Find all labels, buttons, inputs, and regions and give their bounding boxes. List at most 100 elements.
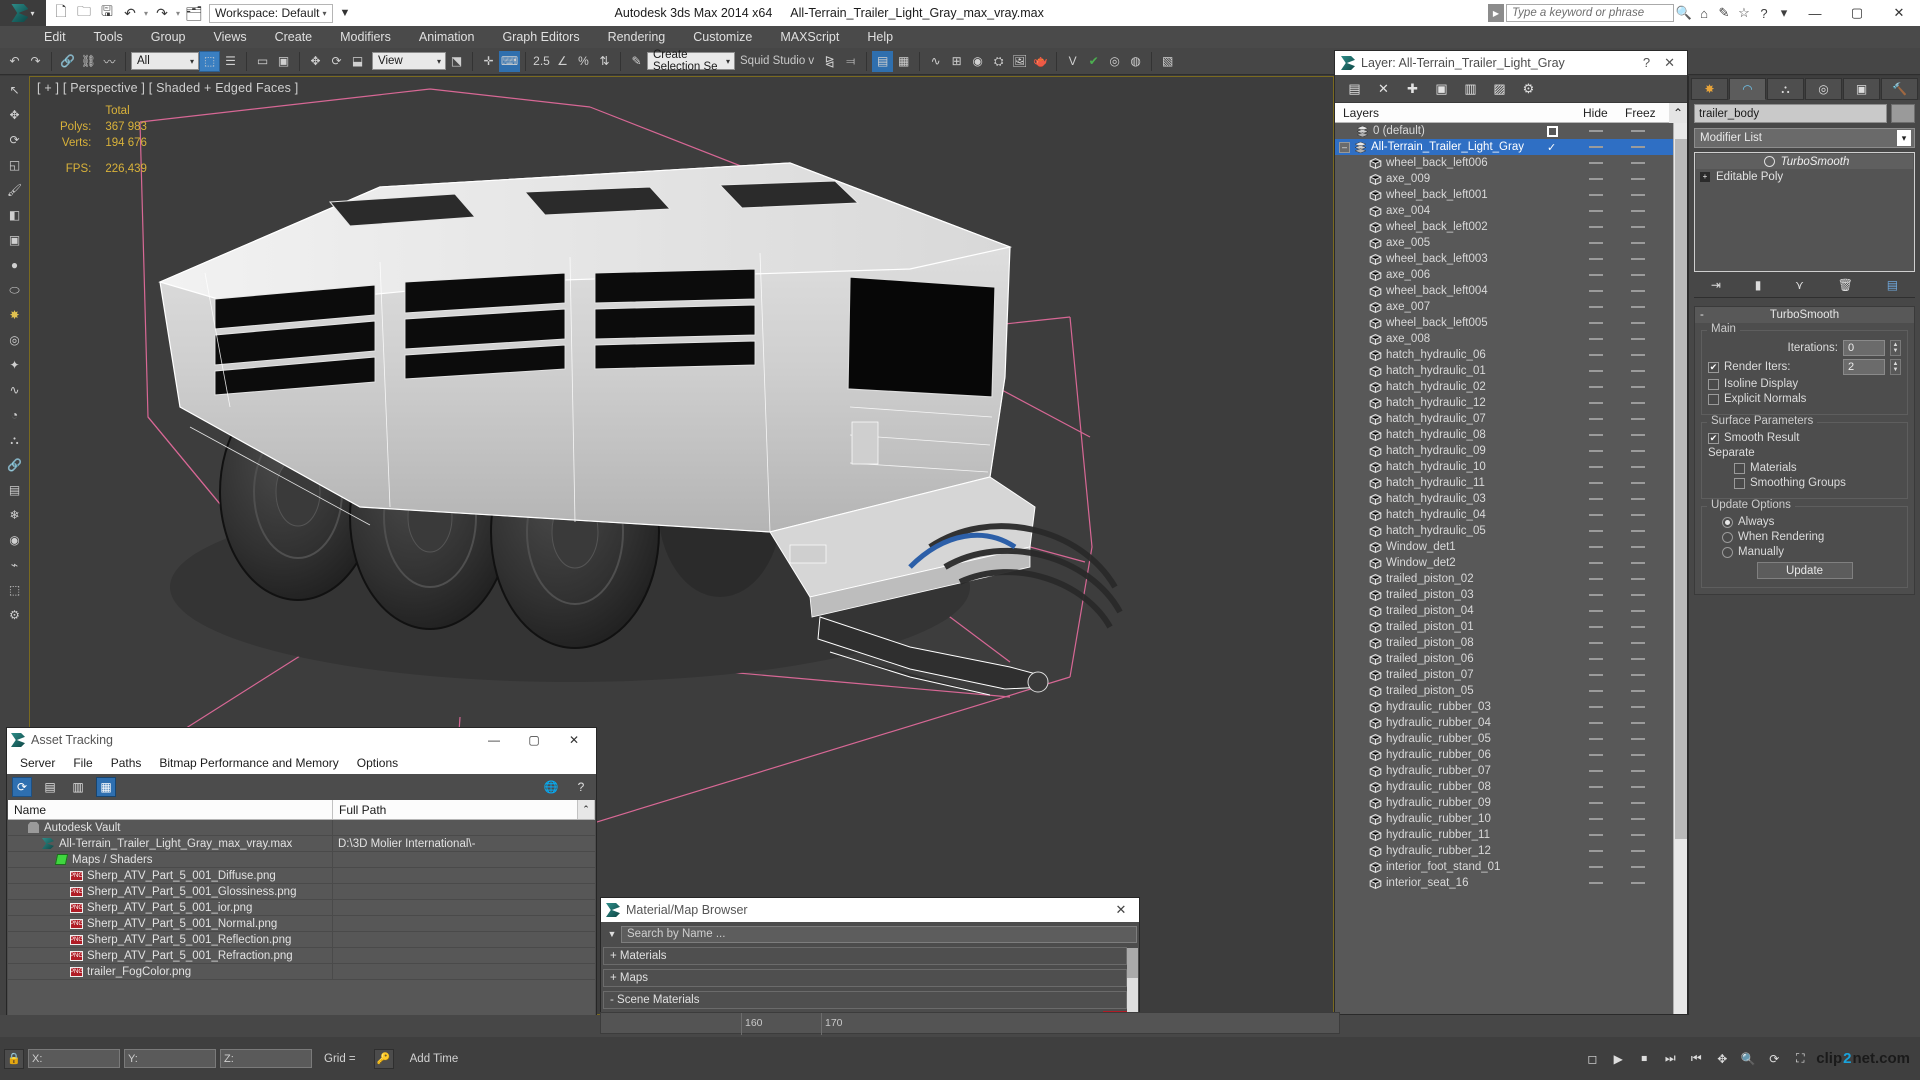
layer-hide-toggle[interactable] xyxy=(1589,450,1603,452)
layer-object-row[interactable]: wheel_back_left004 xyxy=(1335,283,1687,299)
hierarchy-tab[interactable]: ⛬ xyxy=(1767,78,1804,100)
asset-row[interactable]: PNG Sherp_ATV_Part_5_001_Glossiness.png xyxy=(8,883,595,900)
select-object-icon[interactable]: ⬚ xyxy=(199,50,220,72)
materials-section[interactable]: + Materials xyxy=(603,947,1127,965)
layer-hide-toggle[interactable] xyxy=(1589,370,1603,372)
asset-row[interactable]: PNG Sherp_ATV_Part_5_001_Reflection.png xyxy=(8,931,595,948)
rectangular-selection-region-icon[interactable]: ▭ xyxy=(252,51,273,72)
render-iters-field[interactable]: 2 xyxy=(1843,359,1885,375)
menu-item-views[interactable]: Views xyxy=(199,26,260,48)
refresh-icon[interactable]: ⟳ xyxy=(12,777,32,797)
window-minimize-button[interactable]: — xyxy=(1794,0,1836,26)
menu-item-graph-editors[interactable]: Graph Editors xyxy=(488,26,593,48)
motion-tab[interactable]: ◎ xyxy=(1805,78,1842,100)
render-iters-checkbox[interactable]: ✔ xyxy=(1708,361,1719,373)
percent-snap-toggle-icon[interactable]: % xyxy=(573,51,594,72)
layer-hide-toggle[interactable] xyxy=(1589,338,1603,340)
layer-freeze-toggle[interactable] xyxy=(1631,306,1645,308)
iterations-field[interactable]: 0 xyxy=(1843,340,1885,356)
window-crossing-toggle-icon[interactable]: ▣ xyxy=(273,51,294,72)
select-link-icon[interactable]: 🔗 xyxy=(57,51,78,72)
rail-material-icon[interactable]: ◉ xyxy=(3,529,26,551)
asset-scroll-up-icon[interactable]: ⌃ xyxy=(578,800,595,819)
bind-to-space-warp-icon[interactable]: 〰 xyxy=(99,51,120,72)
make-unique-icon[interactable]: ⋎ xyxy=(1795,278,1804,292)
layer-hide-toggle[interactable] xyxy=(1589,322,1603,324)
layer-freeze-toggle[interactable] xyxy=(1631,370,1645,372)
layer-object-row[interactable]: trailed_piston_08 xyxy=(1335,635,1687,651)
layer-hide-toggle[interactable] xyxy=(1589,402,1603,404)
layer-freeze-toggle[interactable] xyxy=(1631,466,1645,468)
layer-freeze-toggle[interactable] xyxy=(1631,130,1645,132)
layer-manager-icon[interactable]: ▤ xyxy=(872,50,894,72)
vray-render-icon[interactable]: V xyxy=(1062,51,1083,72)
keyword-search-input[interactable]: Type a keyword or phrase xyxy=(1506,4,1674,22)
viewport-label[interactable]: [ + ] [ Perspective ] [ Shaded + Edged F… xyxy=(37,81,298,95)
select-and-move-icon[interactable]: ✥ xyxy=(305,51,326,72)
update-always-radio[interactable] xyxy=(1722,516,1733,528)
layer-freeze-toggle[interactable] xyxy=(1631,354,1645,356)
layer-row[interactable]: 0 (default) xyxy=(1335,123,1687,139)
menu-item-animation[interactable]: Animation xyxy=(405,26,489,48)
layer-freeze-toggle[interactable] xyxy=(1631,850,1645,852)
layer-object-row[interactable]: hydraulic_rubber_07 xyxy=(1335,763,1687,779)
undo-toolbar-icon[interactable]: ↶ xyxy=(4,51,25,72)
layer-freeze-toggle[interactable] xyxy=(1631,626,1645,628)
selection-filter-combo[interactable]: All ▾ xyxy=(131,52,199,70)
layer-freeze-toggle[interactable] xyxy=(1631,866,1645,868)
list-view-icon[interactable]: ▤ xyxy=(40,777,60,797)
update-manually-radio[interactable] xyxy=(1722,546,1733,558)
rail-light-icon[interactable]: ✸ xyxy=(3,304,26,326)
layer-freeze-toggle[interactable] xyxy=(1631,258,1645,260)
modifier-stack-item[interactable]: TurboSmooth xyxy=(1696,154,1913,169)
layer-hide-toggle[interactable] xyxy=(1589,514,1603,516)
search-expand-icon[interactable]: ▶ xyxy=(1488,4,1504,22)
layer-object-row[interactable]: hatch_hydraulic_01 xyxy=(1335,363,1687,379)
render-iters-spinner[interactable]: ▲ ▼ xyxy=(1890,359,1901,375)
layer-freeze-toggle[interactable] xyxy=(1631,386,1645,388)
layer-object-row[interactable]: wheel_back_left003 xyxy=(1335,251,1687,267)
layer-hide-toggle[interactable] xyxy=(1589,274,1603,276)
layer-freeze-toggle[interactable] xyxy=(1631,290,1645,292)
material-editor-icon[interactable]: ◉ xyxy=(967,51,988,72)
layer-hide-toggle[interactable] xyxy=(1589,626,1603,628)
layer-freeze-toggle[interactable] xyxy=(1631,178,1645,180)
show-end-result-icon[interactable]: ▮ xyxy=(1755,278,1762,292)
undo-icon[interactable]: ↶ xyxy=(119,2,141,24)
layer-freeze-toggle[interactable] xyxy=(1631,498,1645,500)
layer-object-row[interactable]: hatch_hydraulic_08 xyxy=(1335,427,1687,443)
layer-hide-toggle[interactable] xyxy=(1589,178,1603,180)
layer-scroll-up-icon[interactable]: ⌃ xyxy=(1669,102,1687,123)
rail-camera-icon[interactable]: ◎ xyxy=(3,329,26,351)
layer-hide-toggle[interactable] xyxy=(1589,578,1603,580)
rail-box-icon[interactable]: ▣ xyxy=(3,229,26,251)
redo-icon[interactable]: ↷ xyxy=(151,2,173,24)
update-manually-row[interactable]: Manually xyxy=(1708,546,1901,558)
rail-curve-icon[interactable]: ⌁ xyxy=(3,554,26,576)
layer-hide-toggle[interactable] xyxy=(1589,834,1603,836)
layer-hide-toggle[interactable] xyxy=(1589,130,1603,132)
grid-view-icon[interactable]: ▦ xyxy=(96,777,116,797)
menu-item-maxscript[interactable]: MAXScript xyxy=(766,26,853,48)
layer-freeze-toggle[interactable] xyxy=(1631,450,1645,452)
layer-object-row[interactable]: axe_008 xyxy=(1335,331,1687,347)
update-button[interactable]: Update xyxy=(1756,562,1853,579)
layer-collapse-icon[interactable]: – xyxy=(1339,141,1350,153)
layer-object-row[interactable]: axe_009 xyxy=(1335,171,1687,187)
z-coordinate-field[interactable]: Z: xyxy=(220,1049,312,1068)
undo-dropdown-icon[interactable]: ▾ xyxy=(142,9,150,18)
update-rendering-row[interactable]: When Rendering xyxy=(1708,531,1901,543)
layer-object-row[interactable]: hatch_hydraulic_09 xyxy=(1335,443,1687,459)
rail-link-icon[interactable]: 🔗 xyxy=(3,454,26,476)
layer-freeze-toggle[interactable] xyxy=(1631,226,1645,228)
layer-freeze-toggle[interactable] xyxy=(1631,722,1645,724)
select-objects-in-layer-icon[interactable]: ▣ xyxy=(1432,79,1451,98)
layer-hide-toggle[interactable] xyxy=(1589,386,1603,388)
material-scroll-thumb[interactable] xyxy=(1127,948,1138,978)
menu-item-tools[interactable]: Tools xyxy=(80,26,137,48)
help-question-icon[interactable]: ? xyxy=(571,777,591,797)
layer-hide-toggle[interactable] xyxy=(1589,210,1603,212)
maps-section[interactable]: + Maps xyxy=(603,969,1127,987)
object-name-field[interactable]: trailer_body xyxy=(1694,104,1887,123)
menu-item-create[interactable]: Create xyxy=(261,26,327,48)
